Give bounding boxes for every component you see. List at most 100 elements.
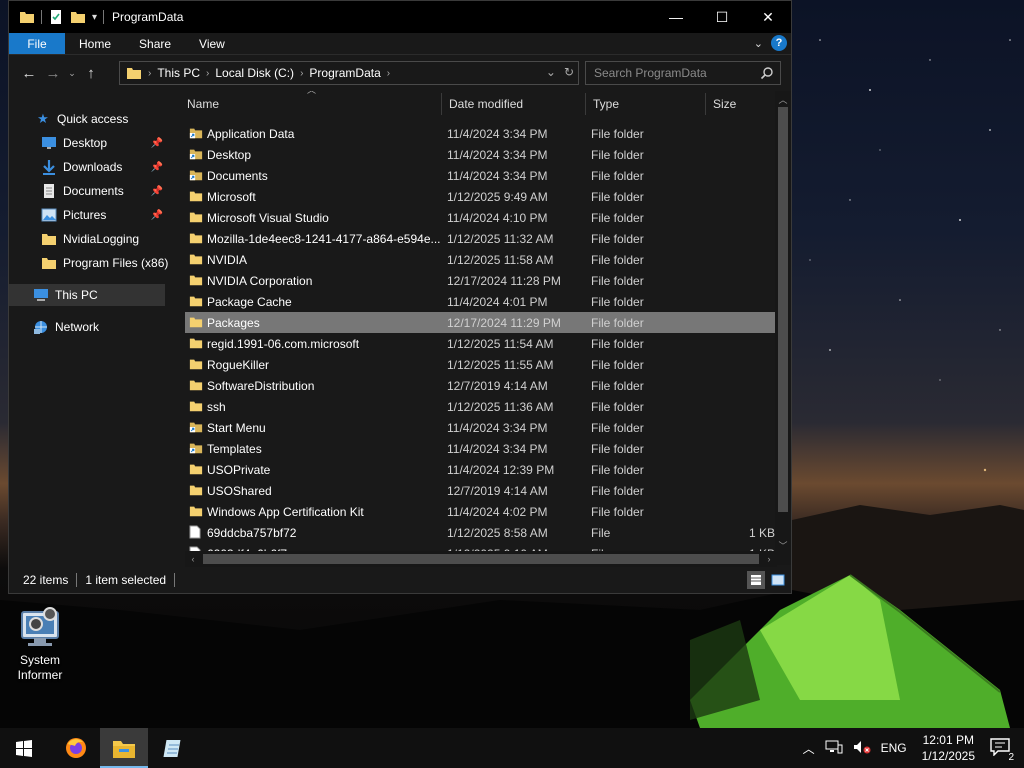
scroll-up-icon[interactable]: ︿ bbox=[775, 93, 791, 106]
column-header-name[interactable]: Name bbox=[185, 91, 439, 117]
taskbar-notepad[interactable] bbox=[150, 728, 198, 768]
start-button[interactable] bbox=[0, 728, 48, 768]
breadcrumb-separator-icon[interactable]: › bbox=[148, 68, 151, 79]
sidebar-item-label: Downloads bbox=[63, 160, 123, 174]
show-hidden-icons-icon[interactable]: ︿ bbox=[798, 740, 820, 757]
column-divider[interactable] bbox=[705, 93, 706, 115]
column-divider[interactable] bbox=[585, 93, 586, 115]
search-box[interactable] bbox=[585, 61, 781, 85]
file-row[interactable]: SoftwareDistribution 12/7/2019 4:14 AM Fil… bbox=[185, 375, 775, 396]
breadcrumb-separator-icon[interactable]: › bbox=[387, 68, 390, 79]
file-row[interactable]: USOPrivate 11/4/2024 12:39 PM File folder bbox=[185, 459, 775, 480]
pin-icon[interactable]: 📌 bbox=[151, 186, 163, 197]
scroll-down-icon[interactable]: ﹀ bbox=[775, 539, 791, 552]
horizontal-scrollbar[interactable]: ‹ › bbox=[185, 551, 777, 567]
new-folder-icon[interactable] bbox=[70, 9, 86, 25]
file-name: 69ddcba757bf72 bbox=[207, 525, 297, 540]
address-bar[interactable]: › This PC › Local Disk (C:) › ProgramDat… bbox=[119, 61, 579, 85]
input-language[interactable]: ENG bbox=[876, 741, 912, 755]
scroll-left-icon[interactable]: ‹ bbox=[185, 551, 201, 567]
file-row[interactable]: NVIDIA Corporation 12/17/2024 11:28 PM Fil… bbox=[185, 270, 775, 291]
properties-icon[interactable] bbox=[48, 9, 64, 25]
file-date-modified: 1/12/2025 11:36 AM bbox=[447, 399, 554, 414]
volume-muted-icon[interactable] bbox=[848, 740, 876, 757]
taskbar-file-explorer[interactable] bbox=[100, 728, 148, 768]
tab-view[interactable]: View bbox=[185, 33, 239, 54]
folder-icon bbox=[189, 483, 203, 500]
breadcrumb-separator-icon[interactable]: › bbox=[300, 68, 303, 79]
search-input[interactable] bbox=[594, 66, 754, 80]
file-row[interactable]: USOShared 12/7/2019 4:14 AM File folder bbox=[185, 480, 775, 501]
taskbar-firefox[interactable] bbox=[52, 728, 100, 768]
search-icon[interactable] bbox=[760, 66, 774, 80]
forward-button[interactable]: → bbox=[41, 65, 65, 82]
sidebar-item-program-files-x86[interactable]: Program Files (x86) bbox=[9, 252, 173, 274]
file-row[interactable]: Start Menu 11/4/2024 3:34 PM File folder bbox=[185, 417, 775, 438]
pin-icon[interactable]: 📌 bbox=[151, 138, 163, 149]
breadcrumb-separator-icon[interactable]: › bbox=[206, 68, 209, 79]
file-row[interactable]: Packages 12/17/2024 11:29 PM File folder bbox=[185, 312, 775, 333]
file-row[interactable]: Microsoft 1/12/2025 9:49 AM File folder bbox=[185, 186, 775, 207]
sidebar-item-nvidialogging[interactable]: NvidiaLogging bbox=[9, 228, 165, 250]
sidebar-item-documents[interactable]: Documents 📌 bbox=[9, 180, 165, 202]
desktop-icon-system-informer[interactable]: System Informer bbox=[8, 604, 72, 683]
close-button[interactable]: ✕ bbox=[745, 1, 791, 33]
customize-toolbar-icon[interactable]: ▾ bbox=[92, 12, 97, 23]
scrollbar-thumb[interactable] bbox=[203, 554, 759, 564]
scroll-right-icon[interactable]: › bbox=[761, 551, 777, 567]
breadcrumb-programdata[interactable]: ProgramData bbox=[309, 66, 380, 80]
breadcrumb-local-disk[interactable]: Local Disk (C:) bbox=[215, 66, 294, 80]
file-row[interactable]: 69ddcba757bf72 1/12/2025 8:58 AM File 1 KB bbox=[185, 522, 775, 543]
large-icons-view-icon[interactable] bbox=[769, 571, 787, 589]
clock[interactable]: 12:01 PM 1/12/2025 bbox=[912, 732, 985, 764]
file-row[interactable]: ssh 1/12/2025 11:36 AM File folder bbox=[185, 396, 775, 417]
sidebar-item-pictures[interactable]: Pictures 📌 bbox=[9, 204, 165, 226]
refresh-icon[interactable]: ↻ bbox=[564, 65, 574, 79]
file-row[interactable]: Package Cache 11/4/2024 4:01 PM File folde… bbox=[185, 291, 775, 312]
tab-file[interactable]: File bbox=[9, 33, 65, 54]
sidebar-item-quick-access[interactable]: ★ Quick access bbox=[9, 108, 165, 130]
file-row[interactable]: NVIDIA 1/12/2025 11:58 AM File folder bbox=[185, 249, 775, 270]
shortcut-folder-icon bbox=[189, 441, 203, 458]
file-row[interactable]: Documents 11/4/2024 3:34 PM File folder bbox=[185, 165, 775, 186]
column-header-date-modified[interactable]: Date modified bbox=[447, 91, 585, 117]
action-center-button[interactable]: 2 bbox=[985, 737, 1024, 763]
sidebar-item-downloads[interactable]: Downloads 📌 bbox=[9, 156, 165, 178]
column-divider[interactable] bbox=[441, 93, 442, 115]
file-row[interactable]: RogueKiller 1/12/2025 11:55 AM File folder bbox=[185, 354, 775, 375]
column-header-type[interactable]: Type bbox=[591, 91, 705, 117]
up-button[interactable]: ↑ bbox=[79, 65, 103, 82]
scrollbar-thumb[interactable] bbox=[778, 107, 788, 512]
sidebar-item-network[interactable]: Network bbox=[9, 316, 165, 338]
sidebar-item-this-pc[interactable]: This PC bbox=[9, 284, 165, 306]
file-row[interactable]: Application Data 11/4/2024 3:34 PM File fo… bbox=[185, 123, 775, 144]
minimize-button[interactable]: — bbox=[653, 1, 699, 33]
file-row[interactable]: Microsoft Visual Studio 11/4/2024 4:10 PM… bbox=[185, 207, 775, 228]
sidebar-item-label: Program Files (x86) bbox=[63, 256, 169, 270]
file-row[interactable]: regid.1991-06.com.microsoft 1/12/2025 11:… bbox=[185, 333, 775, 354]
tab-home[interactable]: Home bbox=[65, 33, 125, 54]
file-date-modified: 1/12/2025 8:58 AM bbox=[447, 525, 548, 540]
file-date-modified: 11/4/2024 4:02 PM bbox=[447, 504, 548, 519]
help-icon[interactable]: ? bbox=[771, 35, 787, 51]
title-bar: ▾ ProgramData — ☐ ✕ bbox=[9, 1, 791, 33]
back-button[interactable]: ← bbox=[17, 65, 41, 82]
network-status-icon[interactable] bbox=[820, 740, 848, 757]
breadcrumb-this-pc[interactable]: This PC bbox=[157, 66, 200, 80]
pin-icon[interactable]: 📌 bbox=[151, 162, 163, 173]
vertical-scrollbar[interactable]: ︿ ﹀ bbox=[775, 91, 791, 565]
tab-share[interactable]: Share bbox=[125, 33, 185, 54]
file-row[interactable]: Templates 11/4/2024 3:34 PM File folder bbox=[185, 438, 775, 459]
address-dropdown-icon[interactable]: ⌄ bbox=[546, 65, 556, 79]
maximize-button[interactable]: ☐ bbox=[699, 1, 745, 33]
recent-locations-button[interactable]: ⌄ bbox=[65, 68, 79, 79]
expand-ribbon-icon[interactable]: ⌄ bbox=[754, 37, 763, 50]
file-name: Microsoft bbox=[207, 189, 256, 204]
file-row[interactable]: Mozilla-1de4eec8-1241-4177-a864-e594e...… bbox=[185, 228, 775, 249]
column-header-size[interactable]: Size bbox=[711, 91, 771, 117]
details-view-icon[interactable] bbox=[747, 571, 765, 589]
file-row[interactable]: Desktop 11/4/2024 3:34 PM File folder bbox=[185, 144, 775, 165]
pin-icon[interactable]: 📌 bbox=[151, 210, 163, 221]
sidebar-item-desktop[interactable]: Desktop 📌 bbox=[9, 132, 165, 154]
file-row[interactable]: Windows App Certification Kit 11/4/2024 4… bbox=[185, 501, 775, 522]
